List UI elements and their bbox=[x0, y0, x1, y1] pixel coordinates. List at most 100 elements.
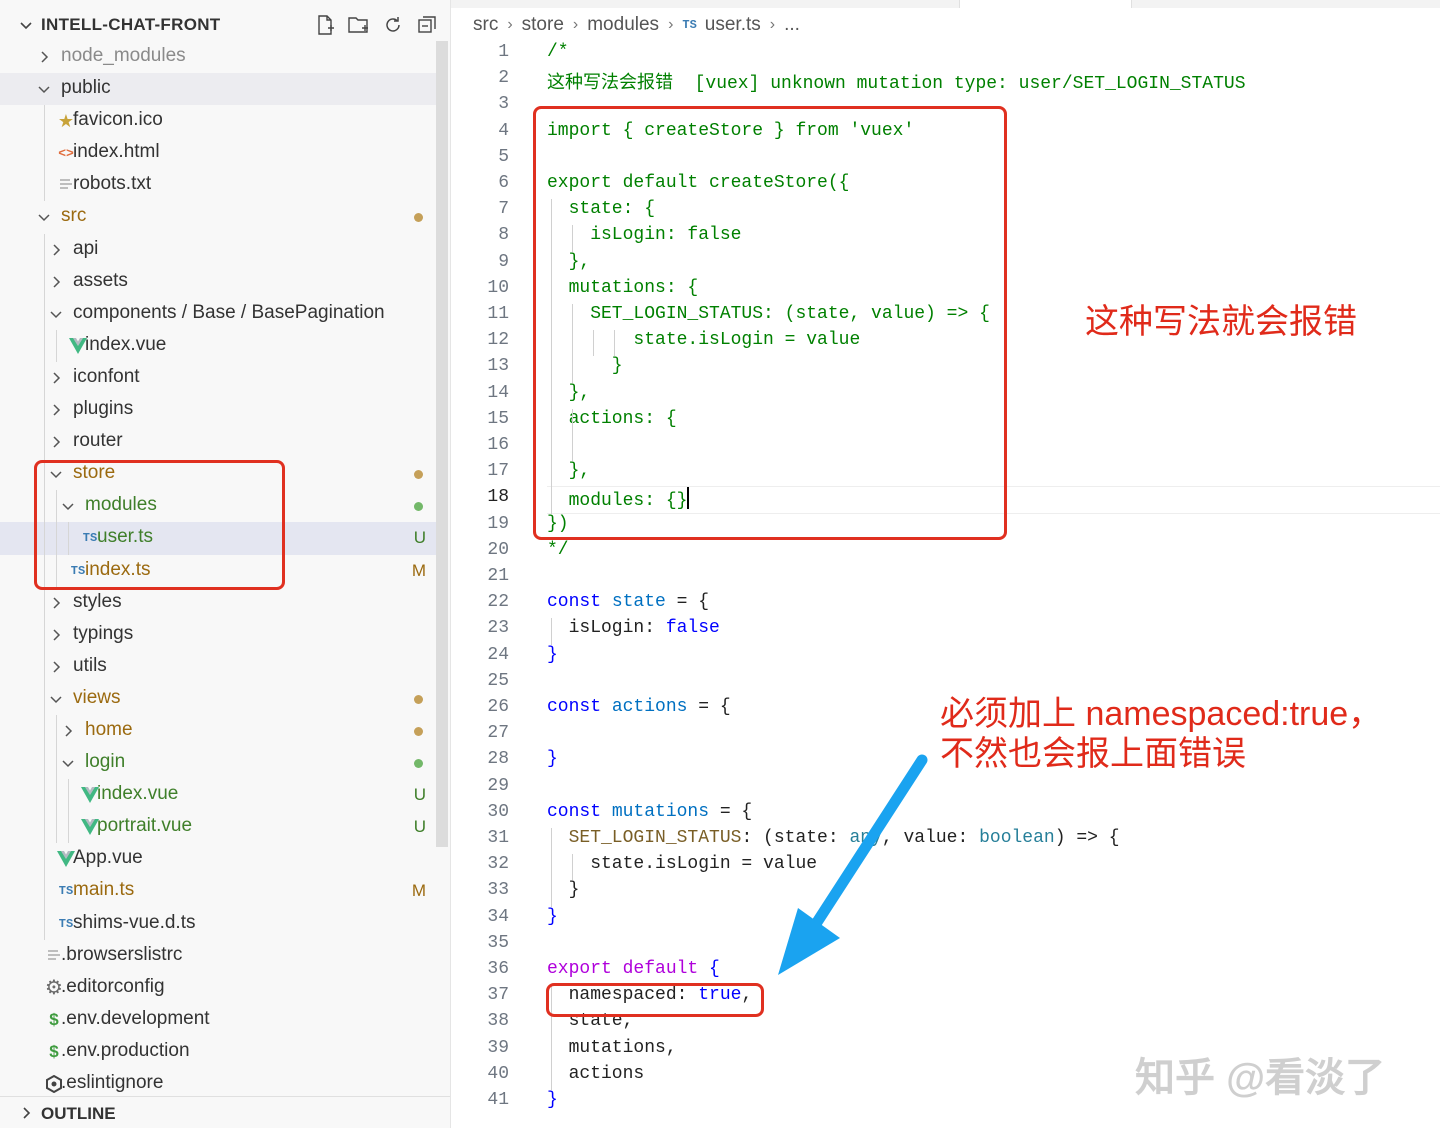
new-file-icon[interactable] bbox=[312, 12, 338, 38]
tree-folder[interactable]: router bbox=[0, 426, 436, 459]
tree-file[interactable]: portrait.vue U bbox=[0, 811, 436, 844]
code-line[interactable]: export default { bbox=[547, 959, 720, 979]
chevron-right-icon[interactable] bbox=[48, 274, 64, 290]
line-number: 32 bbox=[487, 854, 509, 875]
code-line[interactable]: } bbox=[547, 749, 558, 769]
chevron-right-icon[interactable] bbox=[48, 434, 64, 450]
tree-folder[interactable]: src bbox=[0, 201, 436, 233]
explorer-header[interactable]: INTELL-CHAT-FRONT bbox=[0, 8, 450, 42]
tree-folder[interactable]: public bbox=[0, 73, 436, 106]
line-number: 27 bbox=[487, 723, 509, 744]
chevron-right-icon[interactable] bbox=[48, 370, 64, 386]
indent-guide bbox=[44, 361, 45, 395]
tree-folder[interactable]: api bbox=[0, 233, 436, 266]
tree-file[interactable]: TS shims-vue.d.ts bbox=[0, 907, 436, 940]
chevron-right-icon[interactable] bbox=[48, 659, 64, 675]
line-number: 4 bbox=[498, 120, 509, 141]
git-status-badge: M bbox=[411, 560, 426, 580]
code-line[interactable]: state.isLogin = value bbox=[547, 854, 817, 874]
code-line[interactable]: const actions = { bbox=[547, 697, 731, 717]
line-number: 1 bbox=[498, 42, 509, 62]
tree-item-label: index.vue bbox=[85, 333, 167, 355]
git-status-badge: M bbox=[411, 881, 426, 901]
chevron-down-icon[interactable] bbox=[48, 306, 64, 322]
tree-folder[interactable]: styles bbox=[0, 586, 436, 619]
code-line[interactable]: } bbox=[547, 645, 558, 665]
indent-guide bbox=[44, 265, 45, 298]
outline-section[interactable]: OUTLINE bbox=[0, 1096, 450, 1128]
chevron-right-icon[interactable] bbox=[48, 242, 64, 258]
explorer-scrollbar[interactable] bbox=[436, 41, 448, 847]
code-line[interactable]: } bbox=[547, 907, 558, 927]
tree-file[interactable]: <> index.html bbox=[0, 137, 436, 170]
code-token: actions bbox=[611, 697, 688, 717]
indent-guide bbox=[44, 105, 45, 138]
breadcrumb-modules[interactable]: modules bbox=[587, 14, 659, 36]
indent-guide bbox=[44, 747, 45, 780]
breadcrumb-file[interactable]: user.ts bbox=[705, 14, 761, 36]
line-number: 5 bbox=[498, 146, 509, 167]
tree-file[interactable]: TS main.ts M bbox=[0, 875, 436, 908]
tree-file[interactable]: $ .env.production bbox=[0, 1036, 436, 1068]
red-box-store-folder bbox=[34, 460, 285, 590]
tree-file[interactable]: $ .env.development bbox=[0, 1004, 436, 1036]
new-folder-icon[interactable] bbox=[346, 12, 372, 38]
tree-folder[interactable]: plugins bbox=[0, 394, 436, 427]
code-token: */ bbox=[547, 539, 569, 560]
chevron-down-icon[interactable] bbox=[36, 81, 52, 97]
tree-file[interactable]: robots.txt bbox=[0, 169, 436, 202]
tree-folder[interactable]: views bbox=[0, 682, 436, 715]
tab-strip bbox=[451, 0, 1440, 8]
code-line[interactable]: mutations, bbox=[547, 1038, 677, 1058]
code-line[interactable]: SET_LOGIN_STATUS: (state: any, value: bo… bbox=[547, 828, 1120, 848]
chevron-down-icon[interactable] bbox=[48, 691, 64, 707]
chevron-down-icon[interactable] bbox=[36, 209, 52, 225]
tree-file[interactable]: App.vue bbox=[0, 843, 436, 876]
tree-file[interactable]: ⚙ .editorconfig bbox=[0, 972, 436, 1004]
tree-folder[interactable]: utils bbox=[0, 650, 436, 683]
code-line[interactable]: const state = { bbox=[547, 592, 709, 612]
line-number: 12 bbox=[487, 330, 509, 351]
code-token: = { bbox=[709, 801, 753, 822]
chevron-down-icon[interactable] bbox=[60, 755, 76, 771]
tree-file[interactable]: index.vue U bbox=[0, 779, 436, 812]
tree-folder[interactable]: typings bbox=[0, 618, 436, 651]
chevron-right-icon[interactable] bbox=[48, 402, 64, 418]
line-number: 15 bbox=[487, 408, 509, 429]
breadcrumb-symbol[interactable]: ... bbox=[784, 14, 800, 36]
line-number: 13 bbox=[487, 356, 509, 377]
tree-folder[interactable]: login bbox=[0, 747, 436, 780]
line-number: 21 bbox=[487, 566, 509, 586]
code-line[interactable]: isLogin: false bbox=[547, 618, 720, 638]
tree-file[interactable]: .browserslistrc bbox=[0, 940, 436, 972]
tree-file[interactable]: ★ favicon.ico bbox=[0, 105, 436, 138]
tree-folder[interactable]: home bbox=[0, 714, 436, 748]
line-number: 16 bbox=[487, 435, 509, 455]
refresh-icon[interactable] bbox=[380, 12, 406, 38]
chevron-right-icon[interactable] bbox=[36, 49, 52, 65]
chevron-right-icon[interactable] bbox=[18, 1105, 34, 1121]
tree-folder[interactable]: iconfont bbox=[0, 361, 436, 395]
breadcrumb-store[interactable]: store bbox=[522, 14, 564, 36]
tree-folder[interactable]: components / Base / BasePagination bbox=[0, 297, 436, 330]
tree-folder[interactable]: assets bbox=[0, 265, 436, 298]
code-line[interactable]: 这种写法会报错 [vuex] unknown mutation type: us… bbox=[547, 68, 1246, 94]
code-line[interactable]: const mutations = { bbox=[547, 802, 752, 822]
tree-file[interactable]: index.vue bbox=[0, 329, 436, 362]
breadcrumb-src[interactable]: src bbox=[473, 14, 498, 36]
tree-item-label: .env.production bbox=[61, 1039, 190, 1061]
code-line[interactable]: */ bbox=[547, 540, 569, 560]
indent-guide bbox=[44, 875, 45, 908]
code-token: boolean bbox=[979, 828, 1055, 848]
chevron-down-icon[interactable] bbox=[18, 17, 34, 33]
code-line[interactable]: /* bbox=[547, 42, 569, 62]
chevron-right-icon[interactable] bbox=[48, 595, 64, 611]
code-line[interactable]: actions bbox=[547, 1064, 645, 1084]
git-status-dot bbox=[414, 726, 423, 736]
collapse-all-icon[interactable] bbox=[414, 12, 440, 38]
chevron-right-icon[interactable] bbox=[60, 723, 76, 739]
tree-folder[interactable]: node_modules bbox=[0, 41, 436, 73]
indent-guide bbox=[44, 137, 45, 170]
chevron-right-icon[interactable] bbox=[48, 627, 64, 643]
code-line[interactable]: } bbox=[547, 1090, 558, 1110]
